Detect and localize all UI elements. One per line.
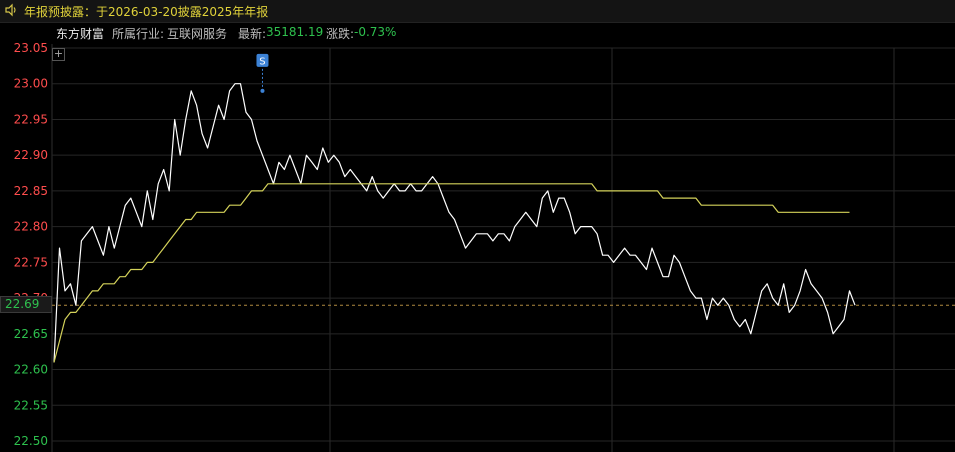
- average-price-line: [53, 183, 850, 363]
- price-line: [53, 83, 856, 363]
- y-tick-label: 22.90: [14, 148, 48, 162]
- y-tick-label: 23.00: [14, 77, 48, 91]
- y-tick-label: 22.80: [14, 220, 48, 234]
- intraday-chart[interactable]: 23.0523.0022.9522.9022.8522.8022.7522.70…: [0, 0, 955, 452]
- y-tick-label: 22.95: [14, 112, 48, 126]
- y-tick-label: 22.55: [14, 398, 48, 412]
- sell-marker-dot: [260, 88, 265, 93]
- y-tick-label: 22.75: [14, 255, 48, 269]
- y-tick-label: 22.60: [14, 363, 48, 377]
- reference-price-badge: 22.69: [0, 296, 52, 313]
- y-tick-label: 22.50: [14, 434, 48, 448]
- sell-marker-label: S: [259, 56, 265, 67]
- y-tick-label: 23.05: [14, 41, 48, 55]
- y-tick-label: 22.65: [14, 327, 48, 341]
- y-tick-label: 22.85: [14, 184, 48, 198]
- expand-plus-icon[interactable]: +: [52, 48, 65, 61]
